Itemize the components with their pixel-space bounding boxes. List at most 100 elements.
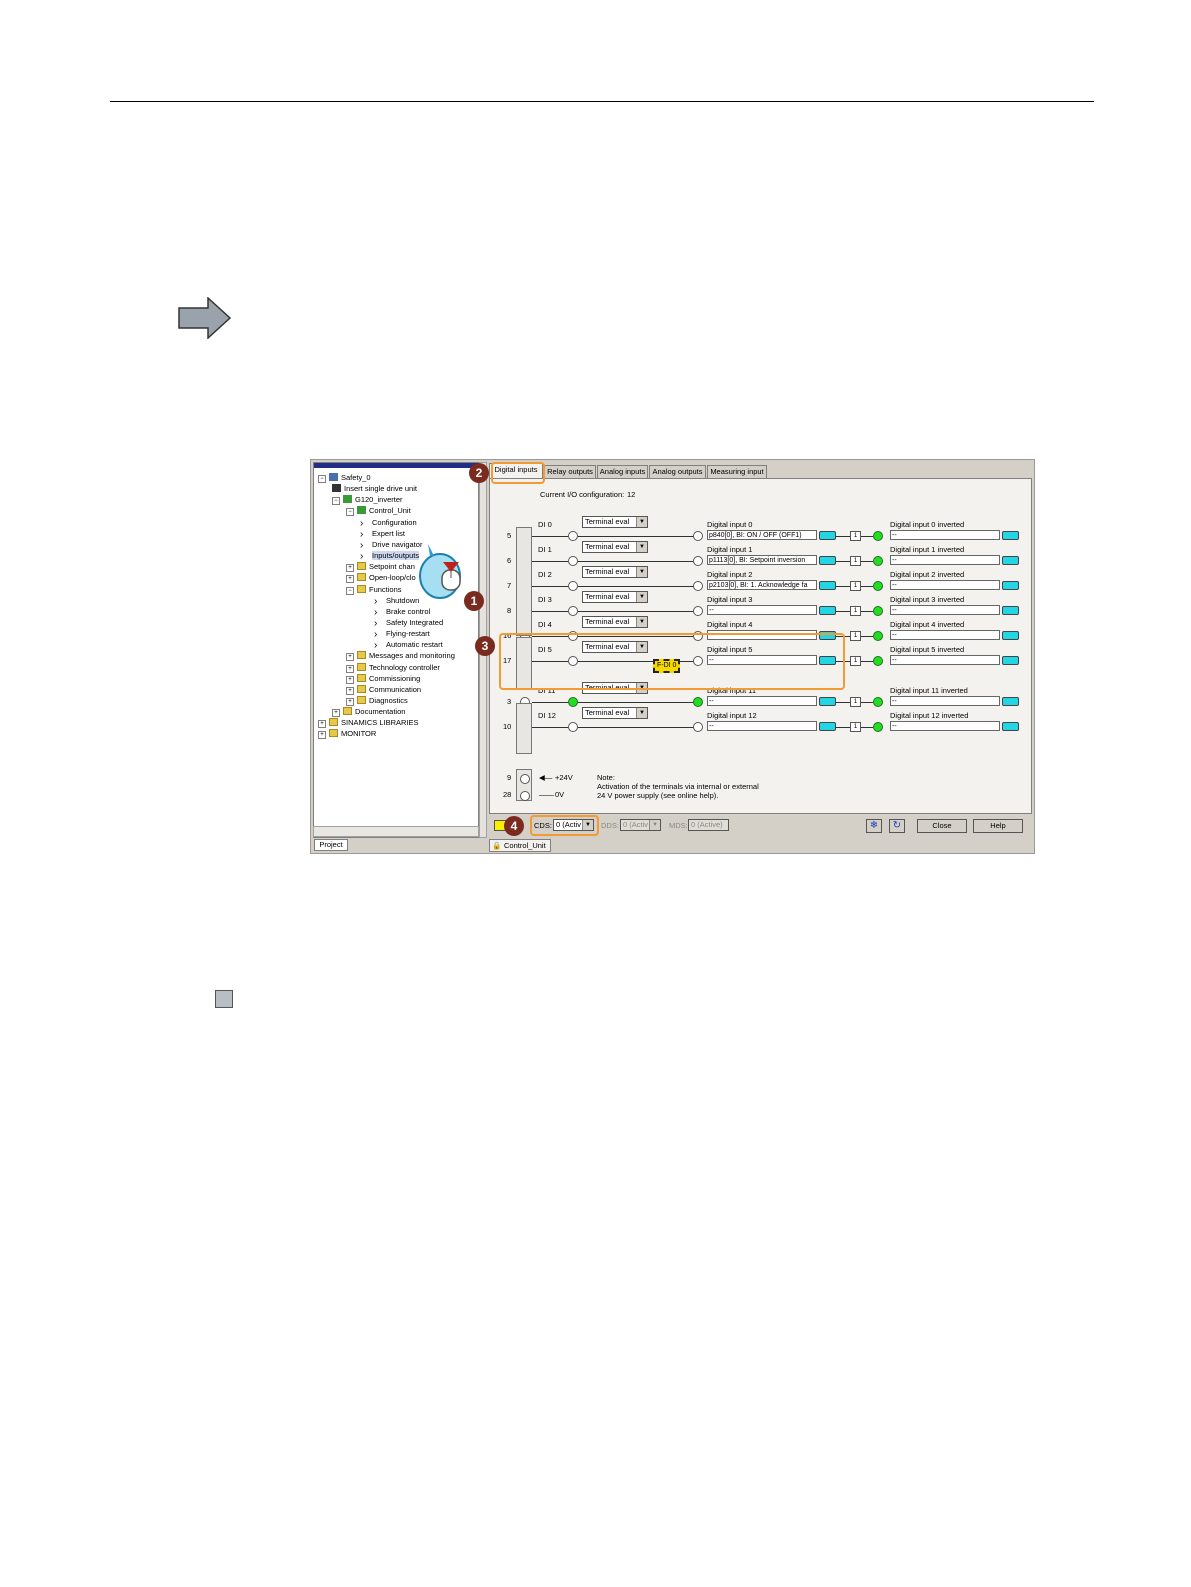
result-square-icon bbox=[215, 990, 233, 1008]
inverted-select-button[interactable] bbox=[1002, 697, 1019, 706]
inverted-input-name: Digital input 1 inverted bbox=[890, 545, 965, 554]
di-mode-select[interactable]: Terminal eval ▼ bbox=[582, 616, 648, 628]
inverted-input-source[interactable]: -- bbox=[890, 655, 1000, 665]
collapse-icon[interactable]: − bbox=[332, 497, 340, 506]
tree-item[interactable]: − G120_inverter bbox=[332, 495, 403, 506]
di-mode-select[interactable]: Terminal eval ▼ bbox=[582, 516, 648, 528]
source-select-button[interactable] bbox=[819, 722, 836, 731]
inverted-select-button[interactable] bbox=[1002, 581, 1019, 590]
collapse-icon[interactable]: − bbox=[346, 508, 354, 517]
inverted-input-name: Digital input 3 inverted bbox=[890, 595, 965, 604]
inverted-select-button[interactable] bbox=[1002, 722, 1019, 731]
tab-analog-inputs[interactable]: Analog inputs bbox=[597, 465, 648, 478]
chevron-down-icon: ▼ bbox=[636, 617, 647, 627]
folder-icon bbox=[357, 651, 366, 660]
expand-icon[interactable]: + bbox=[318, 731, 326, 740]
expand-icon[interactable]: + bbox=[332, 709, 340, 718]
refresh-icon[interactable]: ↻ bbox=[889, 819, 905, 833]
tree-item[interactable]: + Documentation bbox=[332, 707, 405, 718]
tree-item[interactable]: + Communication bbox=[346, 684, 421, 695]
digital-input-source[interactable]: p1113[0], BI: Setpoint inversion bbox=[707, 555, 817, 565]
chevron-right-icon: › bbox=[360, 528, 364, 540]
tree-item[interactable]: › Automatic restart bbox=[374, 640, 443, 651]
expand-icon[interactable]: + bbox=[346, 675, 354, 684]
inverted-input-source[interactable]: -- bbox=[890, 555, 1000, 565]
source-select-button[interactable] bbox=[819, 606, 836, 615]
collapse-icon[interactable]: − bbox=[318, 475, 326, 483]
tab-relay-outputs[interactable]: Relay outputs bbox=[544, 465, 596, 478]
tree-item[interactable]: + Messages and monitoring bbox=[346, 651, 455, 662]
collapse-icon[interactable]: − bbox=[346, 586, 354, 595]
inverted-input-source[interactable]: -- bbox=[890, 530, 1000, 540]
expand-icon[interactable]: + bbox=[346, 698, 354, 706]
inverted-select-button[interactable] bbox=[1002, 556, 1019, 565]
expand-icon[interactable]: + bbox=[346, 686, 354, 695]
tree-item[interactable]: › Brake control bbox=[374, 607, 430, 618]
terminal-number: 5 bbox=[507, 531, 512, 540]
snowflake-icon[interactable]: ❄ bbox=[866, 819, 882, 833]
help-button[interactable]: Help bbox=[973, 819, 1023, 833]
folder-icon bbox=[357, 584, 366, 593]
dds-select[interactable]: 0 (Activ ▼ bbox=[620, 819, 661, 831]
project-tab[interactable]: Project bbox=[314, 839, 348, 851]
inverted-select-button[interactable] bbox=[1002, 631, 1019, 640]
tree-item[interactable]: › Configuration bbox=[360, 518, 417, 529]
tree-item[interactable]: › Flying-restart bbox=[374, 629, 430, 640]
inverted-select-button[interactable] bbox=[1002, 656, 1019, 665]
di-mode-select[interactable]: Terminal eval ▼ bbox=[582, 707, 648, 719]
digital-input-source[interactable]: p2103[0], BI: 1. Acknowledge fa bbox=[707, 580, 817, 590]
close-button[interactable]: Close bbox=[917, 819, 967, 833]
expand-icon[interactable]: + bbox=[346, 564, 354, 573]
di-mode-select[interactable]: Terminal eval ▼ bbox=[582, 541, 648, 553]
inverted-input-source[interactable]: -- bbox=[890, 630, 1000, 640]
tree-item[interactable]: + Open-loop/clo bbox=[346, 573, 416, 584]
inverted-input-name: Digital input 5 inverted bbox=[890, 645, 965, 654]
expand-icon[interactable]: + bbox=[346, 653, 354, 662]
source-select-button[interactable] bbox=[819, 581, 836, 590]
tab-measuring-input[interactable]: Measuring input bbox=[707, 465, 767, 478]
tree-item[interactable]: Insert single drive unit bbox=[332, 484, 417, 494]
starter-screenshot: − Safety_0 Insert single drive unit − G120_i… bbox=[310, 459, 1035, 854]
tree-horizontal-scrollbar[interactable] bbox=[313, 826, 479, 837]
tree-item[interactable]: + SINAMICS LIBRARIES bbox=[318, 718, 419, 729]
inverter-icon: 1 bbox=[850, 656, 861, 666]
config-label: Current I/O configuration: bbox=[540, 490, 625, 499]
inverted-select-button[interactable] bbox=[1002, 606, 1019, 615]
source-select-button[interactable] bbox=[819, 531, 836, 540]
tree-item[interactable]: − Functions bbox=[346, 584, 402, 595]
expand-icon[interactable]: + bbox=[318, 720, 326, 729]
tree-item[interactable]: + Setpoint chan bbox=[346, 562, 415, 573]
tab-analog-outputs[interactable]: Analog outputs bbox=[649, 465, 706, 478]
di-mode-select[interactable]: Terminal eval ▼ bbox=[582, 591, 648, 603]
chevron-down-icon: ▼ bbox=[636, 567, 647, 577]
inverted-input-source[interactable]: -- bbox=[890, 605, 1000, 615]
lock-icon: 🔒 bbox=[492, 841, 502, 850]
tree-item[interactable]: − Control_Unit bbox=[346, 506, 411, 517]
signal-line bbox=[532, 727, 568, 728]
tree-item[interactable]: › Safety Integrated bbox=[374, 618, 443, 629]
tree-item[interactable]: › Expert list bbox=[360, 528, 405, 540]
digital-input-source[interactable]: -- bbox=[707, 605, 817, 615]
device-icon bbox=[332, 484, 341, 493]
digital-input-source[interactable]: p840[0], BI: ON / OFF (OFF1) bbox=[707, 530, 817, 540]
inverted-status-led bbox=[873, 556, 883, 566]
expand-icon[interactable]: + bbox=[346, 664, 354, 673]
source-select-button[interactable] bbox=[819, 697, 836, 706]
expand-icon[interactable]: + bbox=[346, 575, 354, 584]
inverted-input-source[interactable]: -- bbox=[890, 721, 1000, 731]
digital-input-source[interactable]: -- bbox=[707, 696, 817, 706]
inverted-input-source[interactable]: -- bbox=[890, 696, 1000, 706]
inverted-status-led bbox=[873, 581, 883, 591]
digital-input-source[interactable]: -- bbox=[707, 721, 817, 731]
tree-item[interactable]: + MONITOR bbox=[318, 729, 376, 740]
di-mode-select[interactable]: Terminal eval ▼ bbox=[582, 566, 648, 578]
tree-item[interactable]: + Diagnostics bbox=[346, 696, 408, 706]
inverted-input-source[interactable]: -- bbox=[890, 580, 1000, 590]
tree-item[interactable]: › Inputs/outputs bbox=[360, 551, 420, 562]
tree-item[interactable]: + Technology controller bbox=[346, 662, 440, 673]
signal-line bbox=[578, 561, 698, 562]
source-select-button[interactable] bbox=[819, 556, 836, 565]
tree-item[interactable]: + Commissioning bbox=[346, 673, 420, 684]
inverted-select-button[interactable] bbox=[1002, 531, 1019, 540]
tree-item[interactable]: − Safety_0 bbox=[318, 473, 371, 483]
